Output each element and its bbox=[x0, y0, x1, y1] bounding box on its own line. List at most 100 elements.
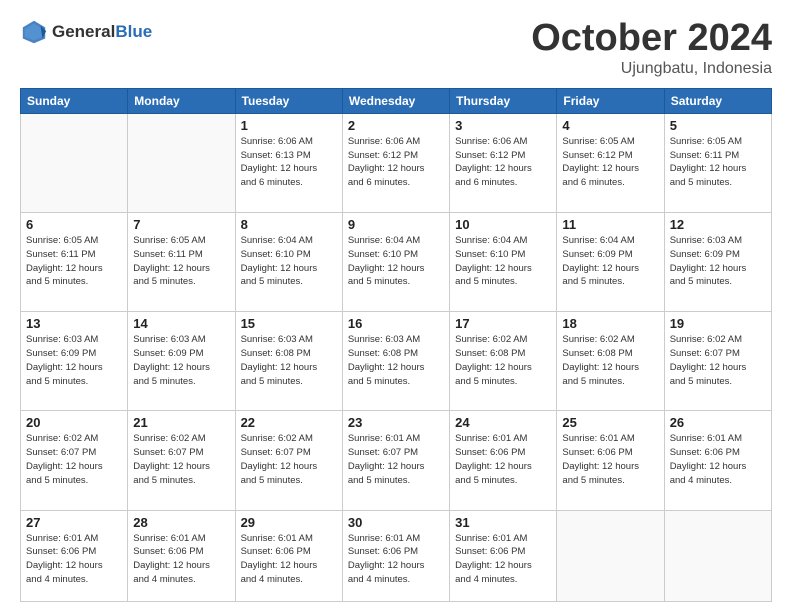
day-info: Sunrise: 6:05 AMSunset: 6:11 PMDaylight:… bbox=[670, 135, 766, 190]
day-info: Sunrise: 6:04 AMSunset: 6:10 PMDaylight:… bbox=[348, 234, 444, 289]
day-info: Sunrise: 6:05 AMSunset: 6:11 PMDaylight:… bbox=[133, 234, 229, 289]
table-row: 6Sunrise: 6:05 AMSunset: 6:11 PMDaylight… bbox=[21, 213, 128, 312]
day-number: 24 bbox=[455, 415, 551, 430]
table-row: 15Sunrise: 6:03 AMSunset: 6:08 PMDayligh… bbox=[235, 312, 342, 411]
logo-icon bbox=[20, 18, 48, 46]
day-number: 25 bbox=[562, 415, 658, 430]
table-row: 7 Sunrise: 6:05 AMSunset: 6:11 PMDaylight… bbox=[128, 213, 235, 312]
day-info: Sunrise: 6:03 AMSunset: 6:09 PMDaylight:… bbox=[670, 234, 766, 289]
table-row: 17Sunrise: 6:02 AMSunset: 6:08 PMDayligh… bbox=[450, 312, 557, 411]
table-row: 5Sunrise: 6:05 AMSunset: 6:11 PMDaylight… bbox=[664, 113, 771, 212]
table-row: 9 Sunrise: 6:04 AMSunset: 6:10 PMDaylight… bbox=[342, 213, 449, 312]
col-friday: Friday bbox=[557, 88, 664, 113]
table-row: 31Sunrise: 6:01 AMSunset: 6:06 PMDayligh… bbox=[450, 510, 557, 601]
table-row: 2 Sunrise: 6:06 AMSunset: 6:12 PMDaylight… bbox=[342, 113, 449, 212]
day-number: 27 bbox=[26, 515, 122, 530]
calendar-week-row: 27 Sunrise: 6:01 AMSunset: 6:06 PMDayligh… bbox=[21, 510, 772, 601]
day-info: Sunrise: 6:01 AMSunset: 6:06 PMDaylight:… bbox=[670, 432, 766, 487]
day-number: 23 bbox=[348, 415, 444, 430]
day-info: Sunrise: 6:05 AMSunset: 6:12 PMDaylight:… bbox=[562, 135, 658, 190]
day-info: Sunrise: 6:01 AMSunset: 6:06 PMDaylight:… bbox=[241, 532, 337, 587]
table-row bbox=[664, 510, 771, 601]
table-row: 21 Sunrise: 6:02 AMSunset: 6:07 PMDayligh… bbox=[128, 411, 235, 510]
header: GeneralBlue October 2024 Ujungbatu, Indo… bbox=[20, 18, 772, 78]
table-row: 27Sunrise: 6:01 AMSunset: 6:06 PMDayligh… bbox=[21, 510, 128, 601]
day-number: 26 bbox=[670, 415, 766, 430]
table-row: 23 Sunrise: 6:01 AMSunset: 6:07 PMDayligh… bbox=[342, 411, 449, 510]
day-info: Sunrise: 6:02 AMSunset: 6:08 PMDaylight:… bbox=[562, 333, 658, 388]
table-row: 11 Sunrise: 6:04 AMSunset: 6:09 PMDayligh… bbox=[557, 213, 664, 312]
day-info: Sunrise: 6:06 AMSunset: 6:12 PMDaylight:… bbox=[348, 135, 444, 190]
day-number: 4 bbox=[562, 118, 658, 133]
day-number: 15 bbox=[241, 316, 337, 331]
calendar-table: Sunday Monday Tuesday Wednesday Thursday… bbox=[20, 88, 772, 602]
table-row: 26 Sunrise: 6:01 AMSunset: 6:06 PMDayligh… bbox=[664, 411, 771, 510]
day-info: Sunrise: 6:05 AMSunset: 6:11 PMDaylight:… bbox=[26, 234, 122, 289]
day-info: Sunrise: 6:03 AMSunset: 6:08 PMDaylight:… bbox=[348, 333, 444, 388]
logo-general: General bbox=[52, 22, 115, 41]
day-info: Sunrise: 6:01 AMSunset: 6:06 PMDaylight:… bbox=[133, 532, 229, 587]
day-info: Sunrise: 6:01 AMSunset: 6:06 PMDaylight:… bbox=[348, 532, 444, 587]
table-row: 19Sunrise: 6:02 AMSunset: 6:07 PMDayligh… bbox=[664, 312, 771, 411]
col-monday: Monday bbox=[128, 88, 235, 113]
title-area: October 2024 Ujungbatu, Indonesia bbox=[531, 18, 772, 78]
day-info: Sunrise: 6:03 AMSunset: 6:09 PMDaylight:… bbox=[133, 333, 229, 388]
day-number: 9 bbox=[348, 217, 444, 232]
table-row: 30Sunrise: 6:01 AMSunset: 6:06 PMDayligh… bbox=[342, 510, 449, 601]
day-number: 16 bbox=[348, 316, 444, 331]
day-number: 12 bbox=[670, 217, 766, 232]
day-number: 19 bbox=[670, 316, 766, 331]
table-row: 18Sunrise: 6:02 AMSunset: 6:08 PMDayligh… bbox=[557, 312, 664, 411]
col-sunday: Sunday bbox=[21, 88, 128, 113]
day-info: Sunrise: 6:01 AMSunset: 6:06 PMDaylight:… bbox=[455, 432, 551, 487]
table-row: 16 Sunrise: 6:03 AMSunset: 6:08 PMDayligh… bbox=[342, 312, 449, 411]
table-row: 3 Sunrise: 6:06 AMSunset: 6:12 PMDaylight… bbox=[450, 113, 557, 212]
day-info: Sunrise: 6:02 AMSunset: 6:07 PMDaylight:… bbox=[26, 432, 122, 487]
table-row: 14 Sunrise: 6:03 AMSunset: 6:09 PMDayligh… bbox=[128, 312, 235, 411]
day-number: 20 bbox=[26, 415, 122, 430]
logo: GeneralBlue bbox=[20, 18, 152, 46]
day-number: 2 bbox=[348, 118, 444, 133]
table-row: 24 Sunrise: 6:01 AMSunset: 6:06 PMDayligh… bbox=[450, 411, 557, 510]
table-row: 22Sunrise: 6:02 AMSunset: 6:07 PMDayligh… bbox=[235, 411, 342, 510]
calendar-week-row: 1 Sunrise: 6:06 AMSunset: 6:13 PMDaylight… bbox=[21, 113, 772, 212]
day-info: Sunrise: 6:02 AMSunset: 6:07 PMDaylight:… bbox=[133, 432, 229, 487]
table-row: 4 Sunrise: 6:05 AMSunset: 6:12 PMDaylight… bbox=[557, 113, 664, 212]
logo-text: GeneralBlue bbox=[52, 23, 152, 42]
col-wednesday: Wednesday bbox=[342, 88, 449, 113]
table-row bbox=[128, 113, 235, 212]
day-number: 11 bbox=[562, 217, 658, 232]
page: GeneralBlue October 2024 Ujungbatu, Indo… bbox=[0, 0, 792, 612]
table-row: 12 Sunrise: 6:03 AMSunset: 6:09 PMDayligh… bbox=[664, 213, 771, 312]
table-row: 8Sunrise: 6:04 AMSunset: 6:10 PMDaylight… bbox=[235, 213, 342, 312]
col-thursday: Thursday bbox=[450, 88, 557, 113]
day-info: Sunrise: 6:04 AMSunset: 6:10 PMDaylight:… bbox=[455, 234, 551, 289]
day-info: Sunrise: 6:04 AMSunset: 6:10 PMDaylight:… bbox=[241, 234, 337, 289]
day-number: 14 bbox=[133, 316, 229, 331]
day-info: Sunrise: 6:01 AMSunset: 6:07 PMDaylight:… bbox=[348, 432, 444, 487]
day-number: 21 bbox=[133, 415, 229, 430]
table-row: 28 Sunrise: 6:01 AMSunset: 6:06 PMDayligh… bbox=[128, 510, 235, 601]
day-info: Sunrise: 6:04 AMSunset: 6:09 PMDaylight:… bbox=[562, 234, 658, 289]
day-info: Sunrise: 6:01 AMSunset: 6:06 PMDaylight:… bbox=[562, 432, 658, 487]
table-row bbox=[21, 113, 128, 212]
day-number: 7 bbox=[133, 217, 229, 232]
month-title: October 2024 bbox=[531, 18, 772, 60]
day-info: Sunrise: 6:02 AMSunset: 6:08 PMDaylight:… bbox=[455, 333, 551, 388]
table-row: 10 Sunrise: 6:04 AMSunset: 6:10 PMDayligh… bbox=[450, 213, 557, 312]
day-info: Sunrise: 6:03 AMSunset: 6:09 PMDaylight:… bbox=[26, 333, 122, 388]
day-number: 3 bbox=[455, 118, 551, 133]
day-number: 29 bbox=[241, 515, 337, 530]
table-row: 13Sunrise: 6:03 AMSunset: 6:09 PMDayligh… bbox=[21, 312, 128, 411]
col-tuesday: Tuesday bbox=[235, 88, 342, 113]
calendar-header-row: Sunday Monday Tuesday Wednesday Thursday… bbox=[21, 88, 772, 113]
table-row: 25 Sunrise: 6:01 AMSunset: 6:06 PMDayligh… bbox=[557, 411, 664, 510]
day-info: Sunrise: 6:06 AMSunset: 6:12 PMDaylight:… bbox=[455, 135, 551, 190]
day-info: Sunrise: 6:02 AMSunset: 6:07 PMDaylight:… bbox=[241, 432, 337, 487]
day-number: 28 bbox=[133, 515, 229, 530]
table-row bbox=[557, 510, 664, 601]
day-number: 10 bbox=[455, 217, 551, 232]
day-number: 1 bbox=[241, 118, 337, 133]
day-info: Sunrise: 6:06 AMSunset: 6:13 PMDaylight:… bbox=[241, 135, 337, 190]
table-row: 1 Sunrise: 6:06 AMSunset: 6:13 PMDaylight… bbox=[235, 113, 342, 212]
